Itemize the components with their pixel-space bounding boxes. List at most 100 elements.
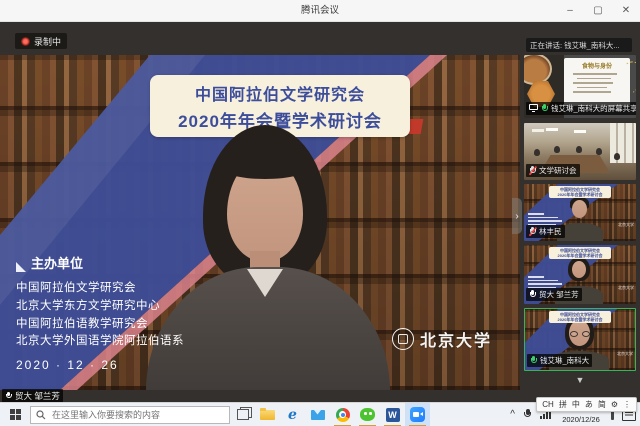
mini-conference-banner: 中国阿拉伯文学研究会 2020年年会暨学术研讨会 (549, 247, 611, 259)
word-button[interactable]: W (380, 403, 405, 426)
ime-item[interactable]: ⚙ (611, 400, 618, 409)
recording-label: 录制中 (34, 35, 61, 48)
chrome-icon (336, 408, 350, 422)
slide-bullet (573, 91, 611, 93)
ime-item[interactable]: CH (542, 400, 554, 409)
sidebar-collapse-button[interactable]: › (512, 198, 522, 234)
ime-item[interactable]: 简 (598, 399, 606, 410)
mic-muted-icon (529, 227, 536, 236)
window-controls: – ▢ ✕ (556, 0, 640, 22)
participant-name-label: 钱艾琳_南科大 (527, 354, 592, 367)
participant-name: 贸大 邹兰芳 (539, 289, 579, 300)
pku-seal-icon (392, 328, 414, 350)
screen-share-icon (529, 104, 538, 113)
room-lights (546, 128, 558, 131)
thumbnail-screen-share[interactable]: 食物与身份 钱艾琳_南科大的屏幕共享 (524, 55, 636, 118)
mail-icon (311, 410, 325, 420)
banner-line2: 2020年年会暨学术研讨会 (549, 192, 611, 197)
mic-muted-icon (529, 166, 536, 175)
mic-active-icon (541, 104, 548, 113)
mic-active-icon (530, 356, 537, 365)
ime-item[interactable]: ⋮ (623, 400, 631, 409)
mini-conference-banner: 中国阿拉伯文学研究会 2020年年会暨学术研讨会 (549, 186, 611, 198)
recording-indicator[interactable]: 录制中 (15, 33, 67, 49)
slide-bullet (573, 73, 617, 75)
hosts-heading-row: 主办单位 (16, 253, 184, 272)
participant-name: 林丰民 (539, 226, 562, 237)
windows-logo-icon (10, 409, 21, 420)
participants-sidebar: 正在讲话: 钱艾琳_南科大... 食物与身份 钱艾 (524, 22, 636, 402)
participant-name: 钱艾琳_南科大 (540, 355, 589, 366)
scroll-down-icon[interactable]: ▼ (524, 375, 636, 385)
maximize-icon[interactable]: ▢ (584, 0, 612, 22)
meeting-stage: 中国阿拉伯文学研究会 2020年年会暨学术研讨会 主办单位 中国阿拉伯文学研究会… (0, 22, 640, 402)
ime-item[interactable]: 拼 (559, 399, 567, 410)
record-icon (21, 37, 30, 46)
wechat-button[interactable] (355, 403, 380, 426)
mic-icon (5, 392, 12, 401)
thumbnail-participant[interactable]: 中国阿拉伯文学研究会 2020年年会暨学术研讨会 北京大学 林丰民 (524, 184, 636, 241)
chrome-button[interactable] (330, 403, 355, 426)
pku-watermark: 北京大学 (392, 327, 492, 351)
host-line: 北京大学东方文学研究中心 (16, 298, 184, 316)
host-line: 中国阿拉伯语教学研究会 (16, 316, 184, 334)
banner-line2: 2020年年会暨学术研讨会 (549, 253, 611, 258)
now-speaking-text: 正在讲话: 钱艾琳_南科大... (530, 40, 620, 51)
tray-mic-button[interactable] (519, 403, 536, 426)
pku-watermark-text: 北京大学 (618, 285, 634, 291)
glasses-icon (570, 331, 590, 338)
participant-name-label: 钱艾琳_南科大的屏幕共享 (526, 102, 636, 115)
ime-toolbar[interactable]: CH 拼 中 あ 简 ⚙ ⋮ (536, 397, 637, 412)
host-line: 中国阿拉伯文学研究会 (16, 280, 184, 298)
thumbnail-meeting-room[interactable]: 文学研讨会 (524, 123, 636, 180)
person-face (572, 261, 586, 278)
participant-name-label: 林丰民 (526, 225, 565, 238)
room-person (614, 153, 620, 160)
clock-date: 2020/12/26 (555, 415, 607, 425)
mini-conference-banner: 中国阿拉伯文学研究会 2020年年会暨学术研讨会 (549, 311, 611, 323)
participant-name-label: 贸大 邹兰芳 (526, 288, 582, 301)
close-icon[interactable]: ✕ (612, 0, 640, 22)
hosts-block: 主办单位 中国阿拉伯文学研究会 北京大学东方文学研究中心 中国阿拉伯语教学研究会… (16, 253, 184, 372)
mail-button[interactable] (305, 403, 330, 426)
word-icon: W (386, 408, 400, 422)
start-button[interactable] (0, 403, 30, 426)
banner-line2: 2020年年会暨学术研讨会 (549, 317, 611, 322)
minimize-icon[interactable]: – (556, 0, 584, 22)
mic-icon (529, 290, 536, 299)
slide-title: 食物与身份 (567, 61, 627, 70)
slide-bullet (577, 87, 607, 89)
slide-bullet (577, 78, 611, 80)
main-speaker-name: 贸大 邹兰芳 (15, 390, 60, 402)
person-face (572, 200, 587, 218)
pku-watermark-text: 北京大学 (618, 222, 634, 228)
main-video: 中国阿拉伯文学研究会 2020年年会暨学术研讨会 主办单位 中国阿拉伯文学研究会… (0, 55, 520, 390)
pku-watermark-text: 北京大学 (420, 327, 492, 351)
edge-button[interactable]: e (280, 403, 305, 426)
thumbnail-active-speaker[interactable]: 中国阿拉伯文学研究会 2020年年会暨学术研讨会 北京大学 钱艾琳_南科大 (524, 308, 636, 371)
task-view-button[interactable] (230, 403, 255, 426)
participant-name: 文学研讨会 (539, 165, 577, 176)
hosts-heading: 主办单位 (31, 253, 83, 272)
search-input[interactable] (50, 409, 224, 421)
person-hair-fringe (219, 139, 311, 179)
tray-expand-button[interactable]: ^ (506, 403, 519, 426)
ime-item[interactable]: あ (585, 399, 593, 410)
triangle-icon (16, 262, 26, 272)
main-speaker-name-label: 贸大 邹兰芳 (2, 389, 63, 402)
search-icon (36, 410, 46, 420)
room-person (554, 146, 560, 153)
tencent-meeting-button[interactable] (405, 403, 430, 426)
tencent-meeting-window: 腾讯会议 – ▢ ✕ 中国阿拉伯文学研究会 2020年年会暨学术研讨会 (0, 0, 640, 426)
thumbnail-participant[interactable]: 中国阿拉伯文学研究会 2020年年会暨学术研讨会 北京大学 贸大 邹兰芳 (524, 245, 636, 304)
window-title: 腾讯会议 (0, 0, 640, 21)
now-speaking-banner: 正在讲话: 钱艾琳_南科大... (526, 38, 632, 52)
participant-name-label: 文学研讨会 (526, 164, 580, 177)
room-person (596, 148, 602, 155)
taskbar-search[interactable] (30, 406, 230, 424)
folder-icon (260, 410, 275, 420)
ime-item[interactable]: 中 (572, 399, 580, 410)
conference-date: 2020 · 12 · 26 (16, 358, 184, 372)
file-explorer-button[interactable] (255, 403, 280, 426)
task-view-icon (237, 409, 249, 420)
